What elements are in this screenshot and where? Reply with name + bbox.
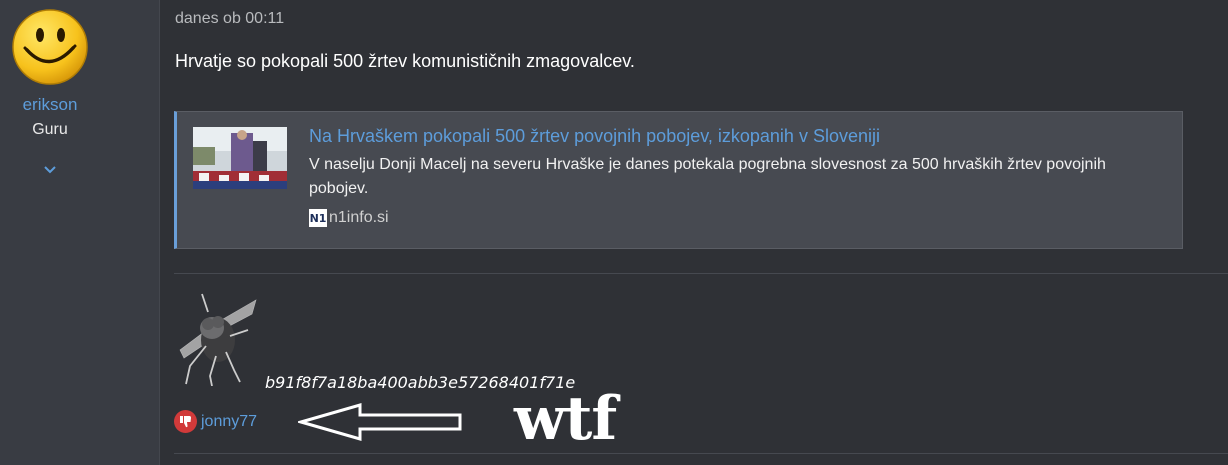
embed-thumbnail[interactable] [193,127,287,189]
smiley-face-icon[interactable] [11,8,89,86]
thumbs-down-icon[interactable] [174,410,197,433]
link-embed[interactable]: Na Hrvaškem pokopali 500 žrtev povojnih … [174,111,1183,249]
n1-logo-icon: N1 [309,209,327,227]
left-arrow-icon [298,403,462,441]
user-role: Guru [32,121,68,138]
signature-divider [174,273,1228,274]
embed-source[interactable]: N1 n1info.si [309,209,389,227]
post-timestamp[interactable]: danes ob 00:11 [175,10,284,28]
source-label[interactable]: n1info.si [329,209,389,227]
username-link[interactable]: erikson [0,95,100,115]
annotation-text: wtf [514,384,617,454]
reaction-item[interactable]: jonny77 [174,410,257,433]
reaction-user-link[interactable]: jonny77 [201,413,257,431]
post-text: Hrvatje so pokopali 500 žrtev komunistič… [175,51,635,71]
chevron-down-icon[interactable] [41,163,59,177]
post-body: danes ob 00:11 Hrvatje so pokopali 500 ž… [160,0,1228,465]
embed-description: V naselju Donji Macelj na severu Hrvaške… [309,156,1106,197]
embed-title-link[interactable]: Na Hrvaškem pokopali 500 žrtev povojnih … [309,126,880,147]
fly-image [179,293,257,386]
post-footer-divider [174,453,1228,454]
user-sidebar: erikson Guru [0,0,160,465]
